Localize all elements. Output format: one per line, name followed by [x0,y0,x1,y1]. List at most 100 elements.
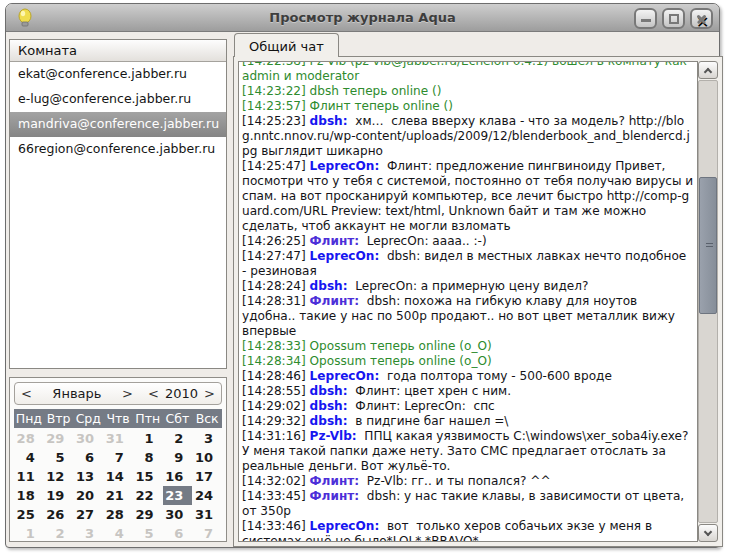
close-icon: ✕ [696,13,707,24]
calendar-day[interactable]: 15 [133,467,163,486]
chat-message: [14:23:57] Флинт теперь online () [242,99,694,114]
calendar-day[interactable]: 2 [44,524,74,543]
calendar-day[interactable]: 31 [103,429,133,448]
calendar-nav: < Январь > < 2010 > [14,382,222,405]
close-button[interactable]: ✕ [690,8,713,29]
calendar-day[interactable]: 16 [163,467,193,486]
chat-message: [14:28:55] dbsh: Флинт: цвет хрен с ним. [242,384,694,399]
scrollbar-thumb[interactable] [699,177,717,314]
calendar-day[interactable]: 24 [192,486,222,505]
calendar-day[interactable]: 10 [192,448,222,467]
calendar-day[interactable]: 19 [44,486,74,505]
chat-nick: LeprecOn: [310,519,380,533]
chat-log[interactable]: [14:22:38] Pz-Vlb (pz-vlb@jabber.ru/Eche… [238,61,698,542]
scroll-down-button[interactable] [698,524,718,542]
calendar-day[interactable]: 30 [163,505,193,524]
weekday-label: Вск [192,409,222,428]
app-window: Просмотр журнала Aqua ✕ Комната ekat@con… [5,3,720,548]
calendar-day[interactable]: 25 [14,505,44,524]
next-year-arrow[interactable]: > [198,386,221,401]
calendar-day[interactable]: 2 [163,429,193,448]
title-bar[interactable]: Просмотр журнала Aqua ✕ [6,4,719,32]
calendar-day[interactable]: 5 [44,448,74,467]
room-item[interactable]: ekat@conference.jabber.ru [10,62,226,87]
chat-message: [14:26:25] Флинт: LeprecOn: аааа.. :-) [242,234,694,249]
calendar-day[interactable]: 22 [133,486,163,505]
chat-message: [14:32:02] Флинт: Pz-Vlb: гг.. и ты попа… [242,474,694,489]
tab-common-chat[interactable]: Общий чат [234,33,339,57]
calendar-month: Январь [38,386,116,401]
chevron-down-icon [704,528,712,536]
chat-nick: dbsh: [310,279,348,293]
chat-scrollbar[interactable] [698,61,718,542]
calendar-day[interactable]: 5 [133,524,163,543]
weekday-label: Сбт [163,409,193,428]
chat-nick: LeprecOn: [310,369,380,383]
calendar-day[interactable]: 20 [73,486,103,505]
calendar-day[interactable]: 4 [103,524,133,543]
calendar-day[interactable]: 8 [133,448,163,467]
chat-message: [14:22:38] Pz-Vlb (pz-vlb@jabber.ru/Eche… [242,61,694,84]
maximize-button[interactable] [662,8,685,29]
chat-nick: dbsh: [310,414,348,428]
chat-message: [14:33:45] Флинт: dbsh: у нас такие клав… [242,489,694,519]
room-item[interactable]: mandriva@conference.jabber.ru [10,112,226,137]
calendar-day[interactable]: 14 [103,467,133,486]
calendar-day-grid: 2829303112345678910111213141516171819202… [14,429,222,543]
chat-nick: Флинт: [310,489,360,503]
calendar-day[interactable]: 12 [44,467,74,486]
prev-month-arrow[interactable]: < [15,386,38,401]
room-list-header[interactable]: Комната [10,40,226,62]
room-item[interactable]: e-lug@conference.jabber.ru [10,87,226,112]
scroll-up-button[interactable] [698,61,718,79]
chat-message: [14:31:16] Pz-Vlb: ППЦ какая уязвимость … [242,429,694,474]
calendar-day[interactable]: 3 [73,524,103,543]
scrollbar-trough[interactable] [698,80,718,523]
calendar-day[interactable]: 29 [133,505,163,524]
calendar-day[interactable]: 11 [14,467,44,486]
calendar-day[interactable]: 27 [73,505,103,524]
calendar-day[interactable]: 30 [73,429,103,448]
prev-year-arrow[interactable]: < [142,386,165,401]
calendar-day[interactable]: 17 [192,467,222,486]
chat-notebook: [14:22:38] Pz-Vlb (pz-vlb@jabber.ru/Eche… [233,56,723,547]
calendar-day[interactable]: 3 [192,429,222,448]
calendar-day[interactable]: 4 [14,448,44,467]
url-text: http://comp-guard.com/URL [242,189,689,218]
chat-log-inner: [14:22:38] Pz-Vlb (pz-vlb@jabber.ru/Eche… [242,61,694,542]
room-list: Комната ekat@conference.jabber.rue-lug@c… [9,39,227,369]
calendar-day[interactable]: 1 [133,429,163,448]
next-month-arrow[interactable]: > [116,386,139,401]
calendar-day[interactable]: 28 [14,429,44,448]
calendar-weekday-row: ПндВтрСрдЧтвПтнСбтВск [14,409,222,428]
calendar-day[interactable]: 6 [73,448,103,467]
chat-nick: Pz-Vlb: [310,429,357,443]
chat-nick: Флинт: [310,234,360,248]
calendar-day[interactable]: 6 [163,524,193,543]
calendar-year: 2010 [165,386,198,401]
calendar: < Январь > < 2010 > ПндВтрСрдЧтвПтнСбтВс… [9,377,227,542]
chat-nick: dbsh: [310,114,348,128]
room-item[interactable]: 66region@conference.jabber.ru [10,137,226,162]
calendar-day[interactable]: 13 [73,467,103,486]
room-list-items: ekat@conference.jabber.rue-lug@conferenc… [10,62,226,162]
calendar-day[interactable]: 7 [192,524,222,543]
calendar-day[interactable]: 7 [103,448,133,467]
calendar-day[interactable]: 28 [103,505,133,524]
minimize-icon [641,15,651,22]
calendar-day[interactable]: 26 [44,505,74,524]
chat-message: [14:28:34] Opossum теперь online (o_O) [242,354,694,369]
minimize-button[interactable] [634,8,657,29]
calendar-day[interactable]: 9 [163,448,193,467]
calendar-day[interactable]: 18 [14,486,44,505]
scrollbar-grip-icon [706,243,713,249]
calendar-day[interactable]: 21 [103,486,133,505]
weekday-label: Срд [73,409,103,428]
chat-message: [14:28:33] Opossum теперь online (o_O) [242,339,694,354]
calendar-day[interactable]: 29 [44,429,74,448]
calendar-day[interactable]: 31 [192,505,222,524]
calendar-day[interactable]: 23 [163,486,193,505]
chat-message: [14:33:46] LeprecOn: вот только херов со… [242,519,694,542]
chat-nick: LeprecOn: [310,249,380,263]
calendar-day[interactable]: 1 [14,524,44,543]
